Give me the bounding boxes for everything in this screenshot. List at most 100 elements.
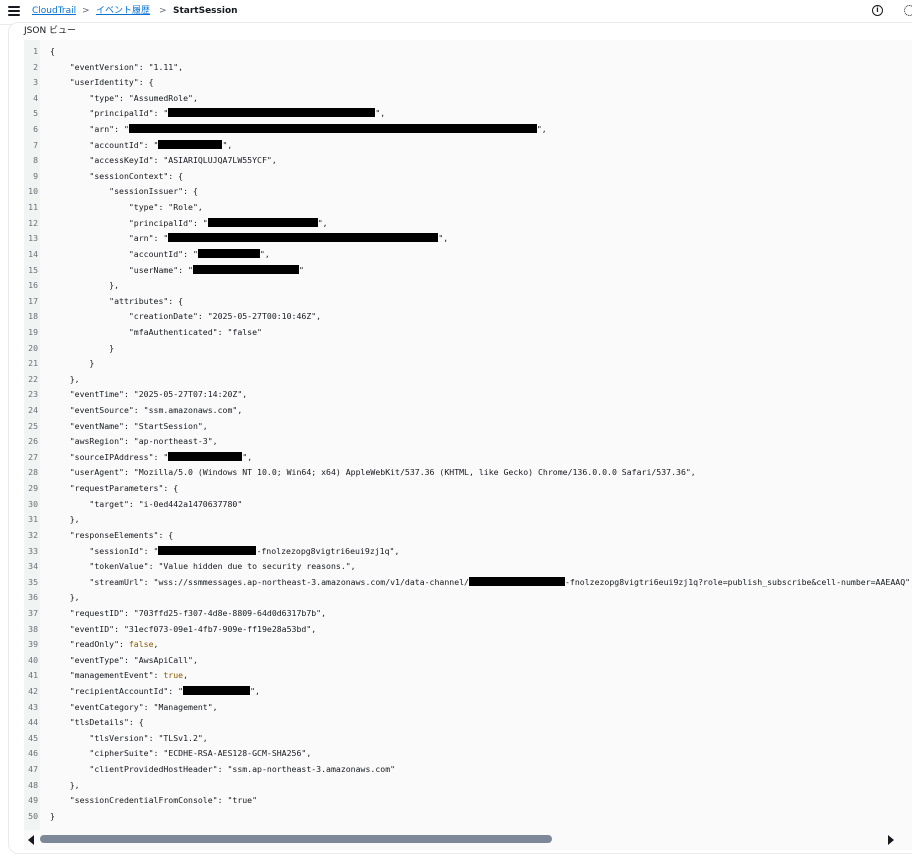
code-line: 13 "arn": " ", [24, 231, 912, 247]
redaction-bar [168, 451, 243, 461]
code-line: 38 "eventID": "31ecf073-09e1-4fb7-909e-f… [24, 622, 912, 638]
code-text: "accessKeyId": "ASIARIQLUJQA7LW55YCF", [50, 155, 277, 166]
code-line: 5 "principalId": " ", [24, 106, 912, 122]
line-number: 7 [33, 139, 38, 150]
code-line: 33 "sessionId": " -fnolzezopg8vigtri6eui9… [24, 544, 912, 560]
line-number: 43 [28, 701, 38, 712]
code-text: "sessionContext": { [50, 170, 184, 181]
line-number: 45 [28, 732, 38, 743]
json-code-editor[interactable]: 1{2 "eventVersion": "1.11", 3 "userIdenti… [24, 40, 912, 850]
code-line: 36 }, [24, 590, 912, 606]
code-line: 17 "attributes": { [24, 294, 912, 310]
line-number: 33 [28, 545, 38, 556]
code-line: 2 "eventVersion": "1.11", [24, 60, 912, 76]
line-number: 14 [28, 248, 38, 259]
line-number: 17 [28, 295, 38, 306]
line-number: 12 [28, 217, 38, 228]
line-number: 13 [28, 233, 38, 244]
line-number: 23 [28, 389, 38, 400]
code-text: -fnolzezopg8vigtri6eui9zj1q?role=publish… [565, 576, 911, 587]
code-line: 44 "tlsDetails": { [24, 715, 912, 731]
scrollbar-thumb[interactable] [40, 835, 552, 843]
code-text: "sessionCredentialFromConsole": "true" [50, 795, 258, 806]
line-number: 44 [28, 717, 38, 728]
line-number: 3 [33, 77, 38, 88]
redaction-bar [168, 233, 439, 243]
code-text: "mfaAuthenticated": "false" [50, 326, 262, 337]
code-text: }, [50, 514, 80, 525]
code-text: "tlsDetails": { [50, 717, 144, 728]
code-line: 35 "streamUrl": "wss://ssmmessages.ap-no… [24, 575, 912, 591]
line-number: 11 [28, 202, 38, 213]
line-number: 21 [28, 358, 38, 369]
code-text: "eventCategory": "Management", [50, 701, 218, 712]
scroll-left-arrow-icon[interactable] [28, 835, 34, 845]
code-line: 29 "requestParameters": { [24, 481, 912, 497]
breadcrumb-cloudtrail-link[interactable]: CloudTrail [32, 5, 76, 17]
code-text: ", [536, 124, 547, 135]
code-line: 30 "target": "i-0ed442a1470637780" [24, 497, 912, 513]
code-text: "tlsVersion": "TLSv1.2", [50, 732, 208, 743]
code-keyword: false [128, 639, 154, 650]
code-line: 27 "sourceIPAddress": " ", [24, 450, 912, 466]
line-number: 46 [28, 748, 38, 759]
line-number: 24 [28, 405, 38, 416]
code-line: 41 "managementEvent": true, [24, 668, 912, 684]
settings-icon[interactable] [904, 5, 912, 16]
line-number: 25 [28, 420, 38, 431]
line-number: 41 [28, 670, 38, 681]
code-line: 49 "sessionCredentialFromConsole": "true… [24, 793, 912, 809]
code-text: "accountId": " [50, 139, 159, 150]
line-number: 31 [28, 514, 38, 525]
code-line: 20 } [24, 341, 912, 357]
code-text: "eventID": "31ecf073-09e1-4fb7-909e-ff19… [50, 623, 317, 634]
redaction-bar [183, 685, 251, 695]
code-text: "clientProvidedHostHeader": "ssm.ap-nort… [50, 764, 396, 775]
breadcrumb-event-history-link[interactable]: イベント履歴 [96, 5, 150, 17]
line-number: 39 [28, 639, 38, 650]
code-line: 10 "sessionIssuer": { [24, 184, 912, 200]
line-number: 42 [28, 685, 38, 696]
code-line: 15 "userName": " " [24, 263, 912, 279]
code-text: "awsRegion": "ap-northeast-3", [50, 436, 218, 447]
code-text: ", [375, 108, 386, 119]
code-text: { [50, 46, 55, 56]
code-line: 40 "eventType": "AwsApiCall", [24, 653, 912, 669]
code-text: }, [50, 373, 80, 384]
code-line: 31 }, [24, 512, 912, 528]
code-text: "requestParameters": { [50, 483, 179, 494]
code-text: "sourceIPAddress": " [50, 451, 169, 462]
code-line: 7 "accountId": " ", [24, 138, 912, 154]
code-text: ", [250, 685, 260, 696]
redaction-bar [158, 545, 257, 555]
breadcrumb-chevron-icon: > [82, 6, 90, 16]
info-icon[interactable]: i [872, 5, 883, 16]
line-number: 40 [28, 654, 38, 665]
code-line: 48 }, [24, 778, 912, 794]
line-number: 38 [28, 623, 38, 634]
code-text: "userIdentity": { [50, 77, 154, 88]
code-line: 22 }, [24, 372, 912, 388]
redaction-bar [128, 124, 537, 134]
line-number: 15 [28, 264, 38, 275]
line-number: 22 [28, 373, 38, 384]
code-line: 18 "creationDate": "2025-05-27T00:10:46Z… [24, 309, 912, 325]
line-number: 50 [28, 810, 38, 821]
code-line: 1{ [24, 44, 912, 60]
horizontal-scrollbar[interactable] [24, 834, 900, 846]
code-line: 39 "readOnly": false, [24, 637, 912, 653]
line-number: 5 [33, 108, 38, 119]
code-line: 26 "awsRegion": "ap-northeast-3", [24, 434, 912, 450]
code-line: 16 }, [24, 278, 912, 294]
code-text: "userName": " [50, 264, 193, 275]
scroll-right-arrow-icon[interactable] [888, 835, 894, 845]
hamburger-menu-icon[interactable] [8, 6, 20, 17]
code-line: 3 "userIdentity": { [24, 75, 912, 91]
code-text: "eventSource": "ssm.amazonaws.com", [50, 405, 243, 416]
code-line: 21 } [24, 356, 912, 372]
code-line: 6 "arn": " ", [24, 122, 912, 138]
line-number: 28 [28, 467, 38, 478]
line-number: 2 [33, 61, 38, 72]
line-number: 35 [28, 576, 38, 587]
code-text: "cipherSuite": "ECDHE-RSA-AES128-GCM-SHA… [50, 748, 312, 759]
